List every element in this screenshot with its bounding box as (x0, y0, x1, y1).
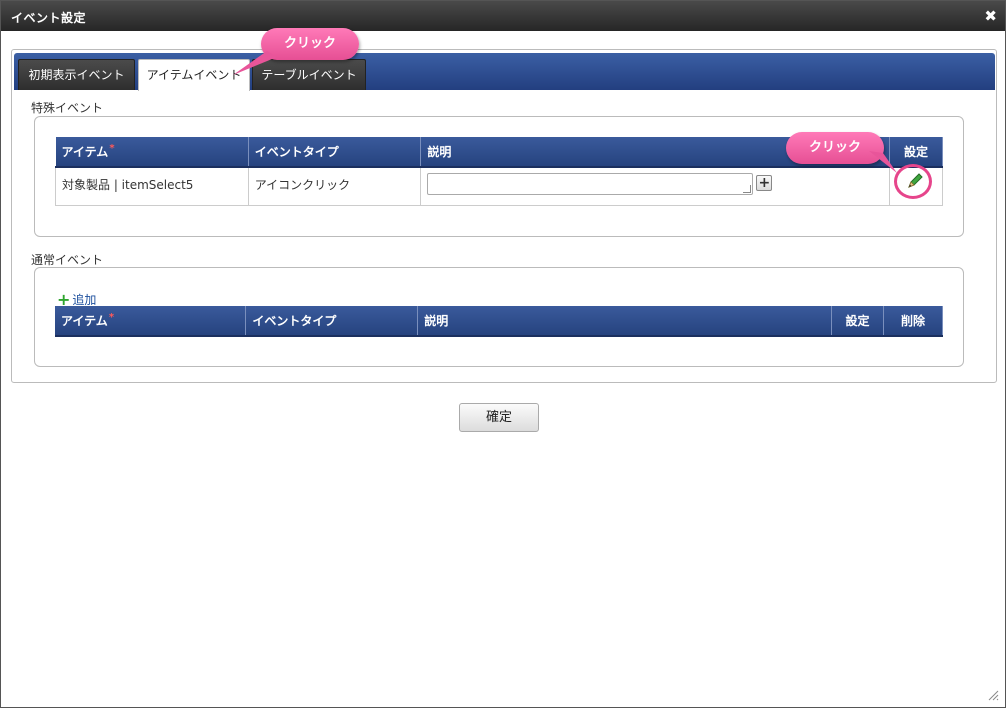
tab-initial-display-event[interactable]: 初期表示イベント (18, 59, 135, 90)
column-header-event-type: イベントタイプ (245, 306, 419, 337)
normal-events-label: 通常イベント (31, 253, 104, 267)
cell-description: + (420, 166, 891, 206)
required-mark: * (109, 143, 115, 154)
settings-callout-tail (869, 151, 897, 173)
required-mark: * (108, 312, 115, 323)
tab-callout-tail (233, 51, 277, 75)
description-textarea[interactable] (427, 173, 754, 195)
column-header-description: 説明 (417, 306, 833, 337)
cell-event-type: アイコンクリック (247, 166, 422, 206)
settings-highlight-ring (894, 164, 932, 199)
resize-grip-icon (743, 185, 752, 193)
confirm-button[interactable]: 確定 (459, 403, 539, 432)
table-row: 対象製品 | itemSelect5 アイコンクリック + (55, 166, 943, 206)
column-header-event-type: イベントタイプ (248, 137, 422, 168)
event-settings-dialog: イベント設定 ✖ 初期表示イベント アイテムイベント テーブルイベント 特殊イベ… (0, 0, 1006, 708)
dialog-titlebar: イベント設定 ✖ (1, 1, 1005, 31)
normal-events-table: アイテム* イベントタイプ 説明 設定 削除 (55, 306, 944, 337)
column-header-delete: 削除 (883, 306, 944, 337)
plus-icon[interactable]: + (756, 174, 773, 191)
column-header-item: アイテム* (55, 137, 249, 168)
close-icon[interactable]: ✖ (984, 7, 997, 25)
column-header-item: アイテム* (55, 306, 247, 337)
special-events-label: 特殊イベント (31, 101, 104, 115)
dialog-title: イベント設定 (11, 11, 87, 25)
cell-item: 対象製品 | itemSelect5 (55, 166, 249, 206)
tab-bar: 初期表示イベント アイテムイベント テーブルイベント (14, 53, 995, 91)
window-resize-grip-icon[interactable] (987, 689, 999, 701)
column-header-settings: 設定 (831, 306, 884, 337)
